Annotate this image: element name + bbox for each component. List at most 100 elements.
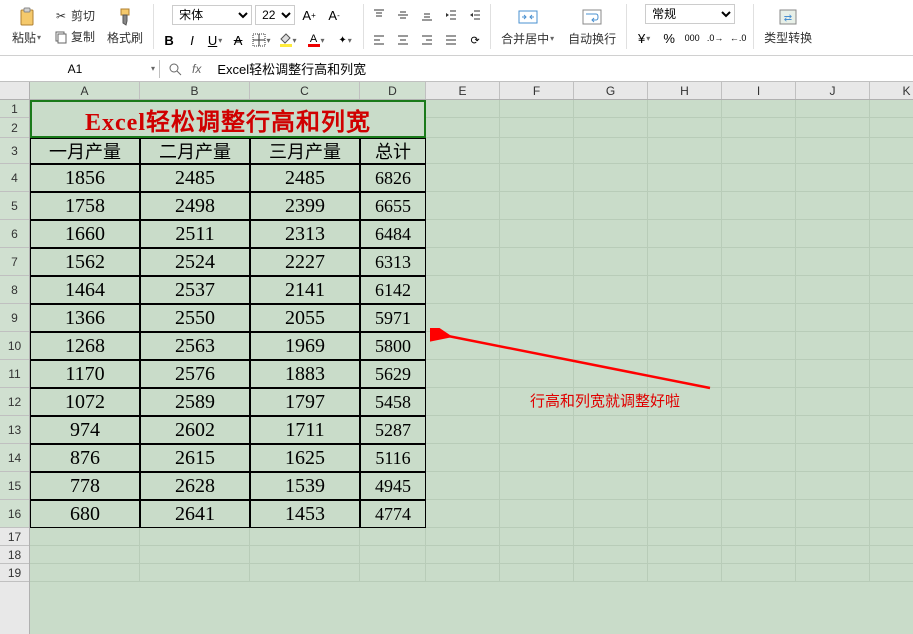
data-cell[interactable]: 1562 [30, 248, 140, 276]
col-header-G[interactable]: G [574, 82, 648, 99]
wrap-text-button[interactable]: 自动换行 [562, 5, 622, 49]
justify-button[interactable] [440, 29, 462, 51]
data-cell[interactable]: 5629 [360, 360, 426, 388]
row-header-5[interactable]: 5 [0, 192, 29, 220]
increase-indent-button[interactable] [464, 4, 486, 26]
data-cell[interactable]: 2313 [250, 220, 360, 248]
data-cell[interactable]: 2615 [140, 444, 250, 472]
data-cell[interactable]: 974 [30, 416, 140, 444]
row-header-7[interactable]: 7 [0, 248, 29, 276]
font-color-button[interactable]: A▾ [302, 29, 330, 51]
data-cell[interactable]: 2141 [250, 276, 360, 304]
data-cell[interactable]: 6142 [360, 276, 426, 304]
col-header-F[interactable]: F [500, 82, 574, 99]
col-header-J[interactable]: J [796, 82, 870, 99]
data-cell[interactable]: 2602 [140, 416, 250, 444]
data-cell[interactable]: 876 [30, 444, 140, 472]
data-cell[interactable]: 2524 [140, 248, 250, 276]
decrease-font-button[interactable]: A- [323, 4, 345, 26]
data-cell[interactable]: 1969 [250, 332, 360, 360]
font-name-select[interactable]: 宋体 [172, 5, 252, 25]
row-header-8[interactable]: 8 [0, 276, 29, 304]
data-cell[interactable]: 1453 [250, 500, 360, 528]
increase-decimal-button[interactable]: .0→ [704, 27, 726, 49]
data-cell[interactable]: 5287 [360, 416, 426, 444]
data-cell[interactable]: 5458 [360, 388, 426, 416]
data-cell[interactable]: 4945 [360, 472, 426, 500]
data-cell[interactable]: 1170 [30, 360, 140, 388]
data-cell[interactable]: 1268 [30, 332, 140, 360]
data-cell[interactable]: 2563 [140, 332, 250, 360]
data-cell[interactable]: 6826 [360, 164, 426, 192]
data-cell[interactable]: 5800 [360, 332, 426, 360]
col-header-B[interactable]: B [140, 82, 250, 99]
data-cell[interactable]: 1797 [250, 388, 360, 416]
align-center-button[interactable] [392, 29, 414, 51]
row-header-17[interactable]: 17 [0, 528, 29, 546]
data-cell[interactable]: 6313 [360, 248, 426, 276]
col-header-K[interactable]: K [870, 82, 913, 99]
data-cell[interactable]: 4774 [360, 500, 426, 528]
data-cell[interactable]: 6484 [360, 220, 426, 248]
row-header-2[interactable]: 2 [0, 118, 29, 138]
data-cell[interactable]: 2498 [140, 192, 250, 220]
comma-button[interactable]: 000 [681, 27, 703, 49]
data-cell[interactable]: 1625 [250, 444, 360, 472]
increase-font-button[interactable]: A+ [298, 4, 320, 26]
data-cell[interactable]: 680 [30, 500, 140, 528]
data-cell[interactable]: 2227 [250, 248, 360, 276]
col-header-I[interactable]: I [722, 82, 796, 99]
align-middle-button[interactable] [392, 4, 414, 26]
font-size-select[interactable]: 22 [255, 5, 295, 25]
data-cell[interactable]: 2550 [140, 304, 250, 332]
data-cell[interactable]: 1883 [250, 360, 360, 388]
formula-input[interactable] [211, 59, 913, 78]
col-header-E[interactable]: E [426, 82, 500, 99]
data-cell[interactable]: 1464 [30, 276, 140, 304]
row-header-16[interactable]: 16 [0, 500, 29, 528]
data-cell[interactable]: 2511 [140, 220, 250, 248]
data-cell[interactable]: 6655 [360, 192, 426, 220]
row-header-15[interactable]: 15 [0, 472, 29, 500]
merge-center-button[interactable]: 合并居中▾ [495, 5, 560, 49]
data-cell[interactable]: 2055 [250, 304, 360, 332]
name-box[interactable] [0, 60, 150, 78]
row-header-9[interactable]: 9 [0, 304, 29, 332]
cut-button[interactable]: ✂ 剪切 [49, 5, 99, 26]
row-header-3[interactable]: 3 [0, 138, 29, 164]
fill-color-button[interactable]: ▾ [273, 29, 301, 51]
data-cell[interactable]: 1856 [30, 164, 140, 192]
col-header-D[interactable]: D [360, 82, 426, 99]
type-convert-button[interactable]: ⇄ 类型转换 [758, 4, 818, 48]
data-cell[interactable]: 2537 [140, 276, 250, 304]
data-cell[interactable]: 2628 [140, 472, 250, 500]
currency-button[interactable]: ¥▾ [631, 27, 657, 49]
decrease-decimal-button[interactable]: ←.0 [727, 27, 749, 49]
phonetic-button[interactable]: ✦▾ [331, 29, 359, 51]
strikethrough-button[interactable]: A [227, 29, 249, 51]
row-header-18[interactable]: 18 [0, 546, 29, 564]
data-cell[interactable]: 2641 [140, 500, 250, 528]
paste-button[interactable]: 粘贴▾ [6, 4, 47, 48]
row-header-10[interactable]: 10 [0, 332, 29, 360]
row-header-11[interactable]: 11 [0, 360, 29, 388]
align-bottom-button[interactable] [416, 4, 438, 26]
data-cell[interactable]: 1366 [30, 304, 140, 332]
align-left-button[interactable] [368, 29, 390, 51]
fx-label[interactable]: fx [188, 62, 205, 76]
select-all-corner[interactable] [0, 82, 30, 100]
percent-button[interactable]: % [658, 27, 680, 49]
data-cell[interactable]: 1711 [250, 416, 360, 444]
header-cell[interactable]: 三月产量 [250, 138, 360, 164]
row-header-12[interactable]: 12 [0, 388, 29, 416]
borders-button[interactable]: ▾ [250, 29, 272, 51]
header-cell[interactable]: 一月产量 [30, 138, 140, 164]
row-header-14[interactable]: 14 [0, 444, 29, 472]
data-cell[interactable]: 1758 [30, 192, 140, 220]
orientation-button[interactable]: ⟳ [464, 29, 486, 51]
data-cell[interactable]: 5116 [360, 444, 426, 472]
underline-button[interactable]: U▾ [204, 29, 226, 51]
data-cell[interactable]: 1660 [30, 220, 140, 248]
row-header-4[interactable]: 4 [0, 164, 29, 192]
italic-button[interactable]: I [181, 29, 203, 51]
